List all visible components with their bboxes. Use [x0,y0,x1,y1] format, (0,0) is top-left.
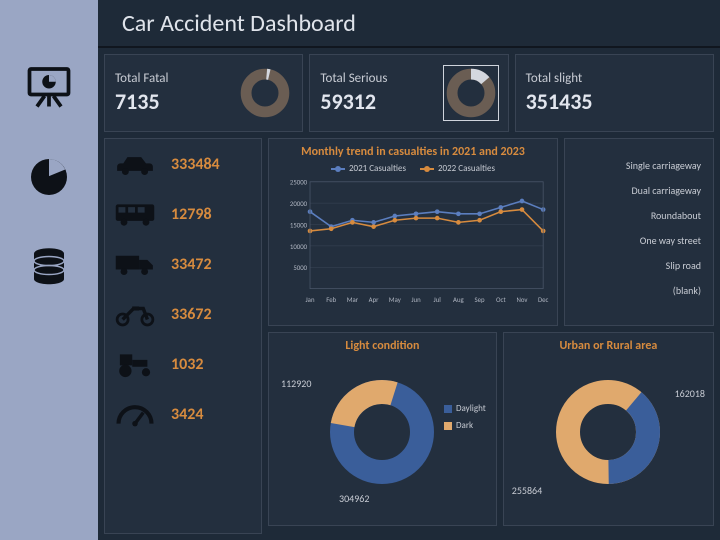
light-condition-chart[interactable]: Light condition 112920 304962 Daylight D… [268,332,497,526]
kpi-fatal[interactable]: Total Fatal 7135 [104,54,303,132]
page-title: Car Accident Dashboard [98,0,720,48]
vehicle-row-car[interactable]: 333484 [113,149,253,179]
vehicle-breakdown: 333484 12798 33472 33672 1032 [104,138,262,534]
urban-rural-title: Urban or Rural area [512,339,705,353]
gauge-icon [113,399,157,429]
kpi-row: Total Fatal 7135 Total Serious 59312 T [98,48,720,132]
urban-b-value: 162018 [675,387,705,400]
kpi-slight-value: 351435 [526,88,593,115]
vehicle-truck-value: 33472 [171,255,212,274]
vehicle-row-tractor[interactable]: 1032 [113,349,253,379]
roadtype-label: Roundabout [651,209,701,222]
svg-text:Jul: Jul [434,296,442,304]
monthly-trend-chart[interactable]: Monthly trend in casualties in 2021 and … [268,138,558,326]
kpi-serious-value: 59312 [320,88,387,115]
urban-donut-icon [548,372,668,492]
svg-text:15000: 15000 [290,221,308,229]
roadtype-label: (blank) [673,284,701,297]
presentation-icon[interactable] [22,60,76,114]
svg-text:10000: 10000 [290,243,308,251]
svg-text:Mar: Mar [347,296,359,304]
light-legend: Daylight Dark [444,403,486,431]
svg-text:5000: 5000 [293,264,307,272]
svg-text:Sep: Sep [475,296,486,304]
road-type-chart[interactable]: Single carriageway Dual carriageway Rounda… [564,138,714,326]
svg-text:Jan: Jan [306,296,315,304]
vehicle-row-motorcycle[interactable]: 33672 [113,299,253,329]
truck-icon [113,249,157,279]
database-icon[interactable] [22,240,76,294]
svg-text:25000: 25000 [290,179,308,187]
svg-text:May: May [389,296,402,304]
vehicle-bus-value: 12798 [171,205,212,224]
light-condition-title: Light condition [277,339,488,353]
svg-text:Jun: Jun [411,296,421,304]
svg-text:Oct: Oct [496,296,506,304]
kpi-serious-donut-icon [444,66,498,120]
vehicle-car-value: 333484 [171,155,220,174]
urban-a-value: 255864 [512,484,542,497]
svg-text:Feb: Feb [326,296,336,304]
main: Car Accident Dashboard Total Fatal 7135 … [98,0,720,540]
kpi-slight-label: Total slight [526,71,593,86]
light-donut-icon [322,372,442,492]
bus-icon [113,199,157,229]
vehicle-row-bus[interactable]: 12798 [113,199,253,229]
tractor-icon [113,349,157,379]
kpi-fatal-label: Total Fatal [115,71,169,86]
line-chart-svg: 5000 10000 15000 20000 25000 Jan Feb Mar Apr May J… [277,176,549,308]
sidebar [0,0,98,540]
monthly-trend-title: Monthly trend in casualties in 2021 and … [277,145,549,159]
kpi-serious-label: Total Serious [320,71,387,86]
car-icon [113,149,157,179]
vehicle-row-truck[interactable]: 33472 [113,249,253,279]
light-dark-value: 112920 [281,377,311,390]
motorcycle-icon [113,299,157,329]
roadtype-label: Single carriageway [626,159,701,172]
pie-chart-icon[interactable] [22,150,76,204]
vehicle-other-value: 3424 [171,405,203,424]
light-daylight-value: 304962 [339,492,369,505]
svg-text:Dec: Dec [538,296,549,304]
roadtype-label: One way street [640,234,701,247]
kpi-fatal-value: 7135 [115,88,169,115]
urban-rural-chart[interactable]: Urban or Rural area 162018 255864 [503,332,714,526]
roadtype-label: Slip road [666,259,701,272]
svg-text:Nov: Nov [516,296,527,304]
svg-text:Aug: Aug [453,296,465,304]
vehicle-row-other[interactable]: 3424 [113,399,253,429]
monthly-trend-legend: 2021 Casualties 2022 Casualties [277,163,549,174]
vehicle-tractor-value: 1032 [171,355,203,374]
kpi-serious[interactable]: Total Serious 59312 [309,54,508,132]
kpi-slight[interactable]: Total slight 351435 [515,54,714,132]
svg-text:20000: 20000 [290,200,308,208]
kpi-fatal-donut-icon [238,66,292,120]
roadtype-label: Dual carriageway [632,184,701,197]
svg-text:Apr: Apr [369,296,380,304]
vehicle-motorcycle-value: 33672 [171,305,212,324]
